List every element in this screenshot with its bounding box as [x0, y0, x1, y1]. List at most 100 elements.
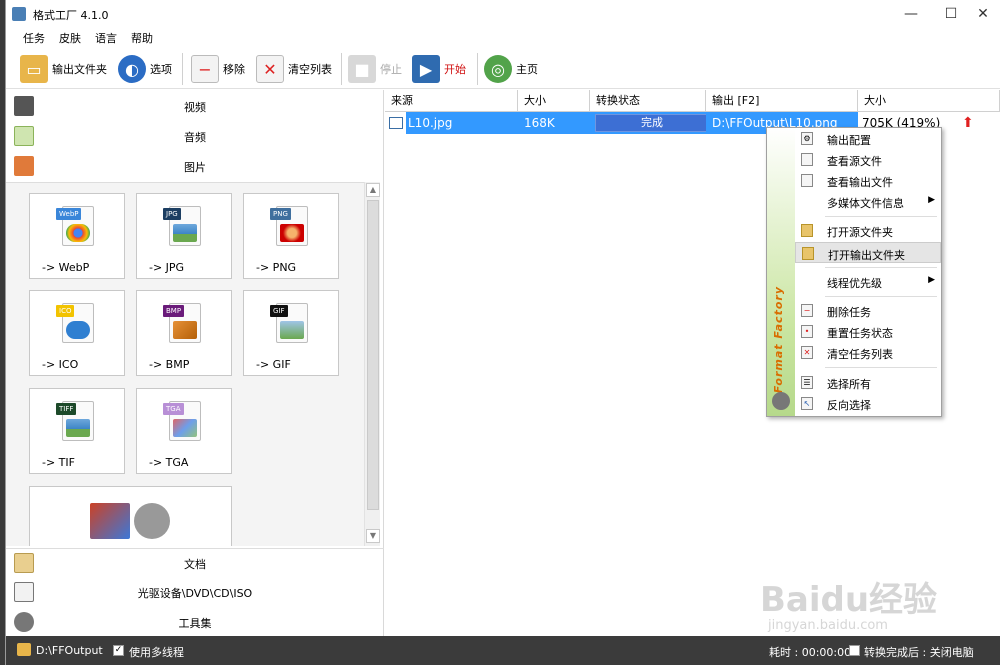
ico-badge: ICO — [56, 305, 75, 317]
column-size[interactable]: 大小 — [518, 90, 590, 112]
format-tile-jpg[interactable]: JPG -> JPG — [136, 193, 232, 279]
close-button[interactable]: ✕ — [968, 2, 998, 26]
category-audio[interactable]: 音频 — [6, 122, 384, 150]
output-folder-path[interactable]: D:\FFOutput — [36, 644, 103, 657]
column-output-size[interactable]: 大小 — [858, 90, 1000, 112]
menu-divider — [825, 367, 937, 368]
menu-item-label: 重置任务状态 — [827, 327, 893, 340]
menu-bar: 任务 皮肤 语言 帮助 — [6, 28, 1000, 48]
menu-item-clear-list[interactable]: ✕ 清空任务列表 — [795, 342, 941, 363]
start-button[interactable]: ▶ 开始 — [412, 53, 466, 85]
category-optical-label: 光驱设备\DVD\CD\ISO — [137, 587, 253, 600]
tga-badge: TGA — [163, 403, 184, 415]
invert-selection-icon: ↖ — [801, 397, 813, 410]
chrome-icon — [66, 224, 90, 242]
stop-button[interactable]: ■ 停止 — [348, 53, 402, 85]
landscape-icon — [173, 224, 197, 242]
animation-icon — [280, 321, 304, 339]
output-folder-label: 输出文件夹 — [52, 63, 107, 76]
gear-icon: ⚙ — [801, 132, 813, 145]
after-done-label: 转换完成后 : 关闭电脑 — [864, 646, 974, 659]
menu-divider — [825, 296, 937, 297]
remove-icon: − — [801, 304, 813, 317]
menu-item-thread-priority[interactable]: 线程优先级 ▶ — [795, 271, 941, 292]
scroll-down-icon[interactable]: ▼ — [366, 529, 380, 543]
format-label: -> JPG — [149, 261, 185, 274]
menu-item-delete-task[interactable]: − 删除任务 — [795, 300, 941, 321]
submenu-arrow-icon: ▶ — [928, 195, 935, 205]
select-all-icon: ☰ — [801, 376, 813, 389]
clear-list-button[interactable]: ✕ 清空列表 — [256, 53, 332, 85]
folder-icon: ▭ — [20, 55, 48, 83]
start-label: 开始 — [444, 63, 466, 76]
folder-icon — [17, 643, 31, 656]
category-tools-label: 工具集 — [178, 617, 212, 630]
category-document[interactable]: 文档 — [6, 548, 384, 576]
menu-item-label: 打开源文件夹 — [827, 226, 893, 239]
menu-item-reset-status[interactable]: • 重置任务状态 — [795, 321, 941, 342]
minimize-button[interactable]: — — [896, 2, 926, 26]
category-video[interactable]: 视频 — [6, 92, 384, 120]
menu-item-label: 输出配置 — [827, 134, 871, 147]
scroll-thumb[interactable] — [367, 200, 379, 510]
toolbar: ▭ 输出文件夹 ◐ 选项 − 移除 ✕ 清空列表 ■ 停止 ▶ 开始 ◎ 主页 — [6, 49, 1000, 89]
menu-item-invert-selection[interactable]: ↖ 反向选择 — [795, 393, 941, 414]
title-bar: 格式工厂 4.1.0 — ☐ ✕ — [6, 0, 1000, 28]
toolbar-divider — [477, 53, 478, 85]
format-tile-ico[interactable]: ICO -> ICO — [29, 290, 125, 376]
menu-item-open-source-folder[interactable]: 打开源文件夹 — [795, 220, 941, 241]
elapsed-time: 耗时 : 00:00:00 — [769, 646, 852, 659]
menu-item-output-config[interactable]: ⚙ 输出配置 — [795, 128, 941, 149]
gif-badge: GIF — [270, 305, 288, 317]
menu-item-view-source[interactable]: 查看源文件 — [795, 149, 941, 170]
format-tile-webp[interactable]: WebP -> WebP — [29, 193, 125, 279]
menu-item-select-all[interactable]: ☰ 选择所有 — [795, 372, 941, 393]
maximize-button[interactable]: ☐ — [936, 2, 966, 26]
toolbar-divider — [341, 53, 342, 85]
menu-divider — [825, 216, 937, 217]
scroll-up-icon[interactable]: ▲ — [366, 183, 380, 197]
category-picture[interactable]: 图片 — [6, 152, 384, 180]
picture-tools-icon — [90, 503, 130, 539]
menu-item-label: 查看源文件 — [827, 155, 882, 168]
format-tile-batch[interactable] — [29, 486, 232, 546]
home-button[interactable]: ◎ 主页 — [484, 53, 538, 85]
menu-item-label: 清空任务列表 — [827, 348, 893, 361]
remove-label: 移除 — [223, 63, 245, 76]
category-optical[interactable]: 光驱设备\DVD\CD\ISO — [6, 578, 384, 606]
column-source[interactable]: 来源 — [385, 90, 518, 112]
category-document-label: 文档 — [184, 558, 206, 571]
remove-button[interactable]: − 移除 — [191, 53, 245, 85]
output-folder-button[interactable]: ▭ 输出文件夹 — [20, 53, 107, 85]
png-badge: PNG — [270, 208, 291, 220]
format-label: -> TGA — [149, 456, 189, 469]
menu-item-open-output-folder[interactable]: 打开输出文件夹 — [795, 242, 941, 263]
category-tools[interactable]: 工具集 — [6, 608, 384, 636]
baidu-watermark-url: jingyan.baidu.com — [768, 618, 888, 633]
format-tile-bmp[interactable]: BMP -> BMP — [136, 290, 232, 376]
options-button[interactable]: ◐ 选项 — [118, 53, 172, 85]
after-done-checkbox[interactable] — [849, 645, 860, 656]
multithread-checkbox[interactable]: ✓ — [113, 645, 124, 656]
menu-item-view-output[interactable]: 查看输出文件 — [795, 170, 941, 191]
column-output[interactable]: 输出 [F2] — [706, 90, 858, 112]
format-tile-gif[interactable]: GIF -> GIF — [243, 290, 339, 376]
format-tile-tif[interactable]: TIFF -> TIF — [29, 388, 125, 474]
column-status[interactable]: 转换状态 — [590, 90, 706, 112]
menu-skin[interactable]: 皮肤 — [59, 30, 81, 46]
menu-language[interactable]: 语言 — [95, 30, 117, 46]
clear-icon: ✕ — [256, 55, 284, 83]
jpg-badge: JPG — [163, 208, 181, 220]
menu-help[interactable]: 帮助 — [131, 30, 153, 46]
tiff-badge: TIFF — [56, 403, 77, 415]
format-tile-png[interactable]: PNG -> PNG — [243, 193, 339, 279]
multithread-label: 使用多线程 — [129, 646, 184, 659]
menu-item-label: 删除任务 — [827, 306, 871, 319]
menu-task[interactable]: 任务 — [23, 30, 45, 46]
app-icon — [12, 7, 26, 21]
menu-item-media-info[interactable]: 多媒体文件信息 ▶ — [795, 191, 941, 212]
format-tile-tga[interactable]: TGA -> TGA — [136, 388, 232, 474]
file-icon — [801, 153, 813, 166]
context-menu: Format Factory ⚙ 输出配置 查看源文件 查看输出文件 多媒体文件… — [766, 127, 942, 417]
format-scrollbar[interactable]: ▲ ▼ — [364, 182, 380, 546]
